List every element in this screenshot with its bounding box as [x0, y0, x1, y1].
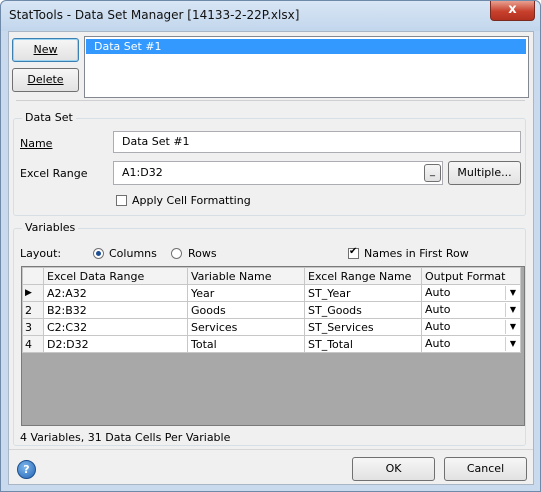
row-header[interactable]: 2 — [22, 301, 44, 319]
variables-table: Excel Data Range Variable Name Excel Ran… — [22, 267, 521, 353]
corner-cell — [22, 267, 44, 285]
layout-columns-radio[interactable] — [93, 248, 104, 259]
names-first-row-label: Names in First Row — [364, 247, 469, 260]
variable-name-cell[interactable]: Total — [187, 335, 305, 353]
apply-formatting-label: Apply Cell Formatting — [132, 194, 251, 207]
range-name-cell[interactable]: ST_Services — [304, 318, 422, 336]
output-format-cell[interactable]: Auto ▼ — [421, 301, 521, 319]
output-format-value: Auto — [425, 320, 451, 333]
names-first-row-checkbox[interactable] — [348, 246, 359, 259]
row-header[interactable]: 3 — [22, 318, 44, 336]
data-set-manager-window: StatTools - Data Set Manager [14133-2-22… — [0, 0, 541, 492]
cancel-button[interactable]: Cancel — [444, 457, 527, 481]
column-header[interactable]: Excel Range Name — [304, 267, 422, 285]
row-header[interactable]: ▶ — [22, 284, 44, 302]
status-text: 4 Variables, 31 Data Cells Per Variable — [20, 431, 231, 444]
multiple-button[interactable]: Multiple... — [448, 161, 521, 185]
range-name-cell[interactable]: ST_Goods — [304, 301, 422, 319]
footer-divider — [9, 449, 533, 450]
name-label: Name — [20, 137, 53, 150]
column-header[interactable]: Variable Name — [187, 267, 305, 285]
multiple-button-label: Multiple... — [457, 166, 512, 179]
output-format-value: Auto — [425, 337, 451, 350]
range-name-cell[interactable]: ST_Year — [304, 284, 422, 302]
dataset-list-item[interactable]: Data Set #1 — [86, 39, 526, 54]
layout-rows-label: Rows — [188, 247, 217, 260]
table-row[interactable]: 4 D2:D32 Total ST_Total Auto ▼ — [22, 335, 521, 353]
cancel-button-label: Cancel — [466, 462, 505, 475]
output-format-value: Auto — [425, 303, 451, 316]
variable-name-cell[interactable]: Year — [187, 284, 305, 302]
delete-button-label: Delete — [27, 73, 64, 86]
excel-range-input[interactable]: A1:D32 — [113, 161, 443, 185]
output-format-cell[interactable]: Auto ▼ — [421, 284, 521, 302]
data-range-cell[interactable]: C2:C32 — [43, 318, 188, 336]
table-row[interactable]: 3 C2:C32 Services ST_Services Auto ▼ — [22, 318, 521, 336]
layout-rows-radio[interactable] — [171, 248, 182, 259]
dropdown-arrow-icon[interactable]: ▼ — [505, 320, 520, 334]
excel-range-label: Excel Range — [20, 167, 88, 180]
output-format-value: Auto — [425, 286, 451, 299]
dataset-group: Data Set Name Data Set #1 Excel Range A1… — [13, 111, 526, 216]
column-header[interactable]: Output Format — [421, 267, 521, 285]
data-range-cell[interactable]: B2:B32 — [43, 301, 188, 319]
data-range-cell[interactable]: D2:D32 — [43, 335, 188, 353]
delete-dataset-button[interactable]: Delete — [12, 68, 79, 92]
dataset-list[interactable]: Data Set #1 — [84, 36, 529, 98]
data-range-cell[interactable]: A2:A32 — [43, 284, 188, 302]
dialog-client-area: New Delete Data Set #1 Data Set Name Dat… — [8, 31, 534, 485]
new-button-label: New — [33, 43, 58, 56]
row-header[interactable]: 4 — [22, 335, 44, 353]
title-bar: StatTools - Data Set Manager [14133-2-22… — [1, 1, 540, 31]
dataset-group-title: Data Set — [22, 111, 76, 124]
apply-formatting-checkbox[interactable] — [116, 195, 127, 206]
layout-columns-label: Columns — [109, 247, 157, 260]
range-name-cell[interactable]: ST_Total — [304, 335, 422, 353]
column-header[interactable]: Excel Data Range — [43, 267, 188, 285]
variable-name-cell[interactable]: Services — [187, 318, 305, 336]
table-header-row: Excel Data Range Variable Name Excel Ran… — [22, 267, 521, 285]
ok-button-label: OK — [385, 462, 402, 475]
layout-label: Layout: — [20, 247, 62, 260]
dropdown-arrow-icon[interactable]: ▼ — [505, 303, 520, 317]
help-icon[interactable]: ? — [17, 460, 36, 479]
table-row[interactable]: ▶ A2:A32 Year ST_Year Auto ▼ — [22, 284, 521, 302]
new-dataset-button[interactable]: New — [12, 38, 79, 62]
variables-grid: Excel Data Range Variable Name Excel Ran… — [21, 266, 525, 426]
name-input[interactable]: Data Set #1 — [113, 131, 521, 153]
dropdown-arrow-icon[interactable]: ▼ — [505, 337, 520, 351]
output-format-cell[interactable]: Auto ▼ — [421, 318, 521, 336]
variables-group-title: Variables — [22, 221, 79, 234]
close-button[interactable]: x — [490, 1, 535, 21]
dropdown-arrow-icon[interactable]: ▼ — [505, 286, 520, 300]
ok-button[interactable]: OK — [352, 457, 435, 481]
variable-name-cell[interactable]: Goods — [187, 301, 305, 319]
table-row[interactable]: 2 B2:B32 Goods ST_Goods Auto ▼ — [22, 301, 521, 319]
list-divider — [16, 100, 525, 104]
range-picker-button[interactable]: _ — [424, 164, 441, 182]
window-title: StatTools - Data Set Manager [14133-2-22… — [9, 8, 300, 22]
output-format-cell[interactable]: Auto ▼ — [421, 335, 521, 353]
